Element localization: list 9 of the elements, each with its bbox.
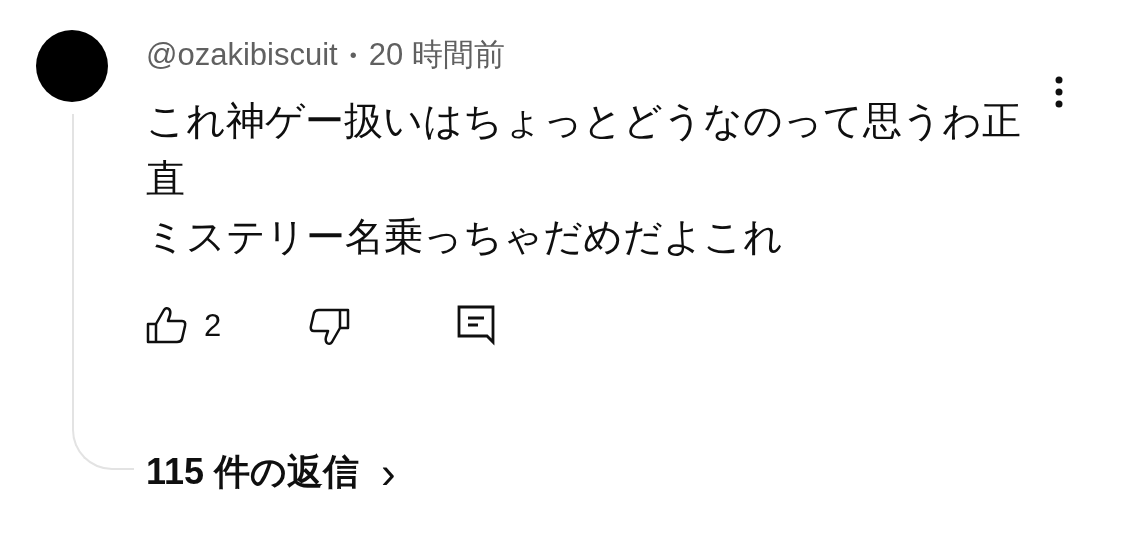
more-options-icon[interactable] [1054, 75, 1064, 109]
timestamp: 20 時間前 [368, 36, 505, 74]
replies-link[interactable]: 115 件の返信 › [146, 448, 396, 497]
separator: • [349, 43, 357, 67]
author-name[interactable]: @ozakibiscuit [146, 37, 338, 73]
like-button[interactable]: 2 [146, 306, 306, 346]
comment-text: ミステリー名乗っちゃだめだよこれ [146, 214, 784, 260]
comment-text: これ神ゲー扱いはちょっとどうなのって思うわ正直 [146, 98, 1022, 202]
like-count: 2 [204, 308, 222, 344]
